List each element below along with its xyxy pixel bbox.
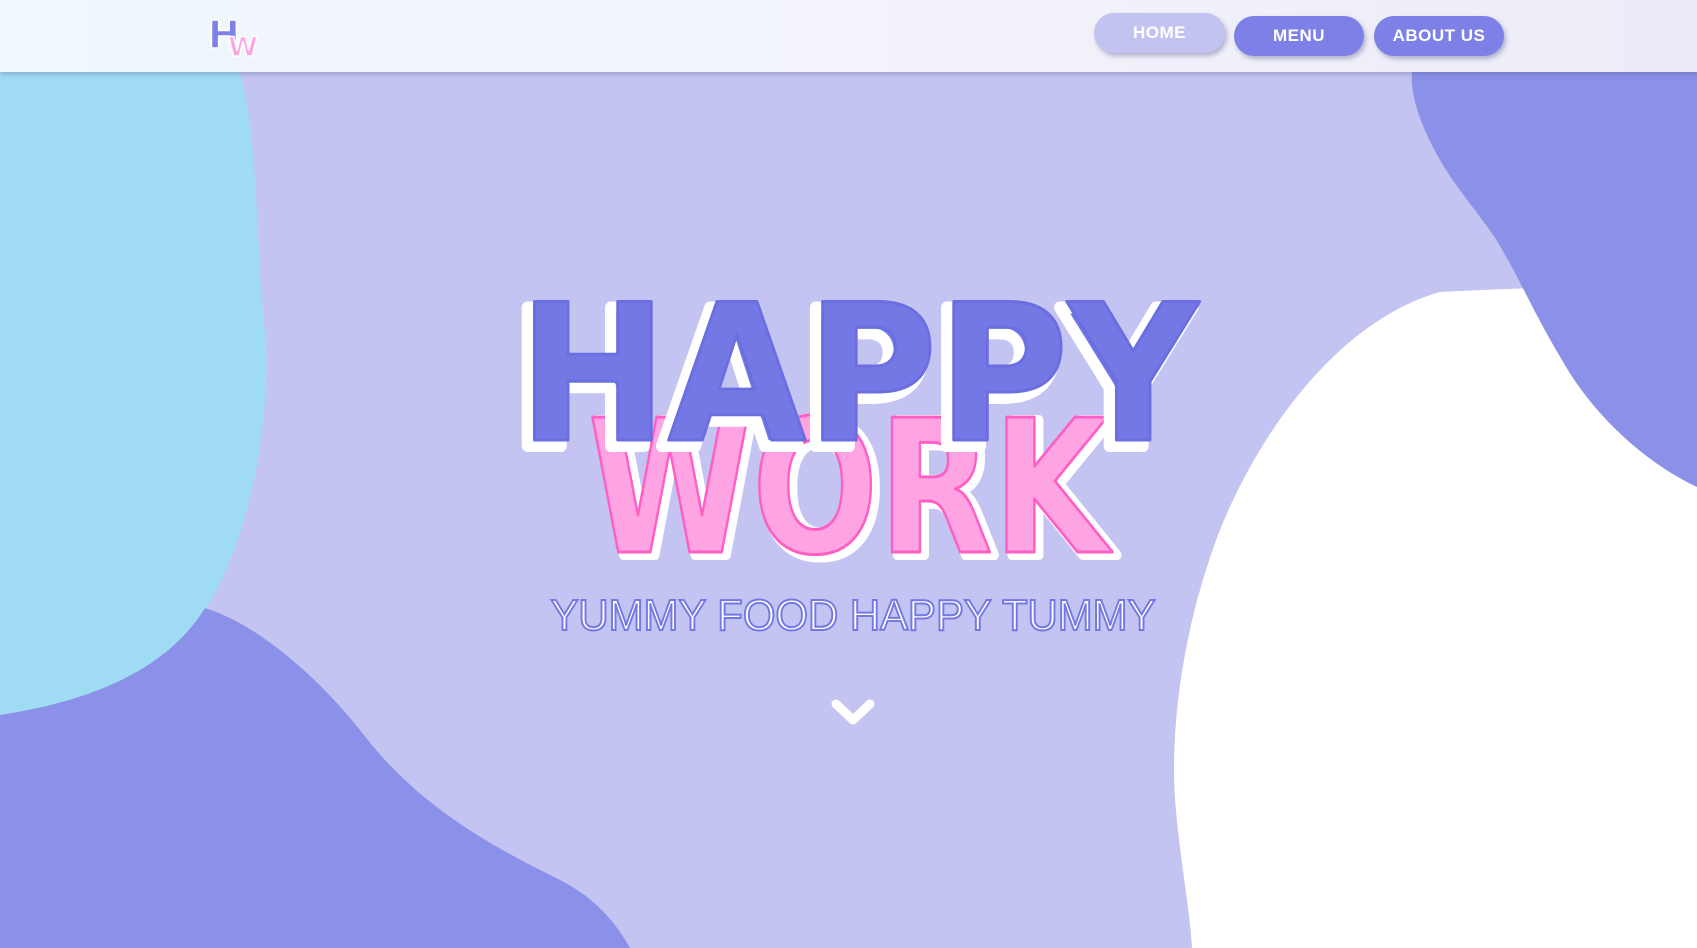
logo[interactable]: H W xyxy=(206,12,264,58)
hero-subtitle: YUMMY FOOD HAPPY TUMMY xyxy=(550,590,1157,641)
hero-title-happy: HAPPY xyxy=(518,264,1200,485)
hero-title: WORK WORK HAPPY HAPPY xyxy=(505,263,1202,605)
nav-menu-button[interactable]: MENU xyxy=(1234,16,1364,56)
navbar: H W HOME MENU ABOUT US xyxy=(0,0,1697,72)
nav-about-us-button[interactable]: ABOUT US xyxy=(1374,16,1504,56)
page: H W HOME MENU ABOUT US WORK WORK HAPPY H… xyxy=(0,0,1697,948)
logo-letter-w: W xyxy=(228,32,258,58)
nav-home-button[interactable]: HOME xyxy=(1094,13,1225,53)
hero-subtitle-text: YUMMY FOOD HAPPY TUMMY xyxy=(551,591,1156,640)
chevron-down-icon[interactable] xyxy=(828,694,878,734)
